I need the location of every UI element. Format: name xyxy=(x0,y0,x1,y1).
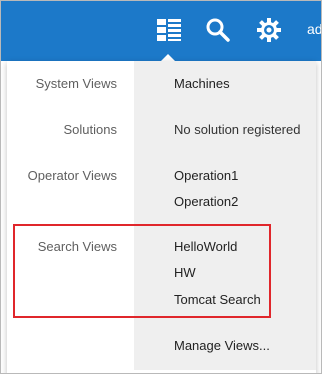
category-solutions: Solutions xyxy=(63,122,117,137)
gear-icon[interactable] xyxy=(256,17,282,43)
menu-item-operation2[interactable]: Operation2 xyxy=(174,194,238,209)
category-operator-views: Operator Views xyxy=(27,168,117,183)
search-icon[interactable] xyxy=(205,17,231,43)
user-menu-label[interactable]: ad xyxy=(307,21,321,37)
views-grid-icon[interactable] xyxy=(156,17,182,43)
manage-views-link[interactable]: Manage Views... xyxy=(174,338,270,353)
dropdown-caret xyxy=(161,54,175,61)
top-bar: ad xyxy=(1,1,321,61)
views-list-panel xyxy=(134,61,316,370)
search-views-highlight-box xyxy=(13,224,271,318)
menu-item-operation1[interactable]: Operation1 xyxy=(174,168,238,183)
app-frame: ad System Views Solutions Operator Views… xyxy=(0,0,322,374)
menu-item-machines[interactable]: Machines xyxy=(174,76,230,91)
category-system-views: System Views xyxy=(35,76,117,91)
no-solution-text: No solution registered xyxy=(174,122,301,137)
